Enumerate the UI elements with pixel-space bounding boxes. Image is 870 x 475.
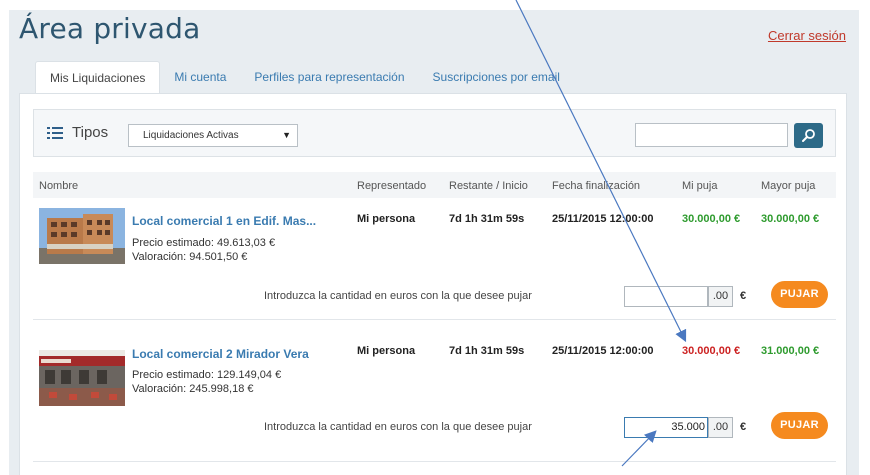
bid-prompt: Introduzca la cantidad en euros con la q… [264, 421, 532, 433]
chevron-down-icon: ▼ [282, 130, 291, 140]
filter-label: Tipos [72, 124, 109, 141]
end-date: 25/11/2015 12:00:00 [552, 213, 654, 225]
estimated-price: Precio estimado: 49.613,03 € [132, 237, 276, 249]
bid-prompt: Introduzca la cantidad en euros con la q… [264, 290, 532, 302]
bid-amount-input[interactable]: 35.000 [624, 417, 708, 438]
top-bid: 31.000,00 € [761, 345, 820, 357]
row-divider [33, 461, 836, 462]
represented: Mi persona [357, 345, 416, 357]
estimated-price: Precio estimado: 129.149,04 € [132, 369, 282, 381]
remaining-time: 7d 1h 31m 59s [449, 345, 525, 357]
col-mi-puja: Mi puja [682, 180, 718, 192]
tab-suscripciones-email[interactable]: Suscripciones por email [419, 61, 574, 94]
bid-amount-input[interactable] [624, 286, 708, 307]
col-mayor-puja: Mayor puja [761, 180, 816, 192]
property-image [39, 350, 125, 406]
bid-button[interactable]: PUJAR [771, 412, 828, 439]
col-representado: Representado [357, 180, 427, 192]
property-thumbnail[interactable] [39, 208, 125, 264]
end-date: 25/11/2015 12:00:00 [552, 345, 654, 357]
search-icon [802, 129, 815, 142]
top-bid: 30.000,00 € [761, 213, 820, 225]
table-row: Local comercial 2 Mirador Vera Precio es… [33, 320, 836, 462]
bid-button[interactable]: PUJAR [771, 281, 828, 308]
tab-mis-liquidaciones[interactable]: Mis Liquidaciones [35, 61, 161, 94]
property-title-link[interactable]: Local comercial 1 en Edif. Mas... [132, 214, 316, 228]
page-title: Área privada [19, 12, 201, 45]
currency-symbol: € [740, 290, 747, 302]
type-select-value: Liquidaciones Activas [143, 130, 239, 141]
filter-bar: Tipos Liquidaciones Activas ▼ [33, 109, 836, 157]
table-row: Local comercial 1 en Edif. Mas... Precio… [33, 198, 836, 320]
my-bid: 30.000,00 € [682, 213, 741, 225]
currency-symbol: € [740, 421, 747, 433]
tab-bar: Mis Liquidaciones Mi cuenta Perfiles par… [35, 61, 574, 94]
remaining-time: 7d 1h 31m 59s [449, 213, 525, 225]
property-image [39, 208, 125, 264]
logout-link[interactable]: Cerrar sesión [768, 28, 846, 43]
table-header: Nombre Representado Restante / Inicio Fe… [33, 172, 836, 198]
col-fecha-finalizacion: Fecha finalización [552, 180, 641, 192]
col-restante: Restante / Inicio [449, 180, 528, 192]
search-input[interactable] [635, 123, 788, 147]
property-title-link[interactable]: Local comercial 2 Mirador Vera [132, 347, 309, 361]
represented: Mi persona [357, 213, 416, 225]
list-icon [47, 127, 63, 140]
my-bid: 30.000,00 € [682, 345, 741, 357]
main-panel: Tipos Liquidaciones Activas ▼ Nombre Rep… [19, 93, 847, 475]
search-button[interactable] [794, 123, 823, 148]
bid-cents: .00 [708, 417, 733, 438]
tab-perfiles-representacion[interactable]: Perfiles para representación [240, 61, 418, 94]
valuation: Valoración: 245.998,18 € [132, 383, 254, 395]
valuation: Valoración: 94.501,50 € [132, 251, 248, 263]
bid-cents: .00 [708, 286, 733, 307]
col-nombre: Nombre [39, 180, 79, 192]
property-thumbnail[interactable] [39, 350, 125, 406]
tab-mi-cuenta[interactable]: Mi cuenta [160, 61, 240, 94]
type-select[interactable]: Liquidaciones Activas ▼ [128, 124, 298, 147]
